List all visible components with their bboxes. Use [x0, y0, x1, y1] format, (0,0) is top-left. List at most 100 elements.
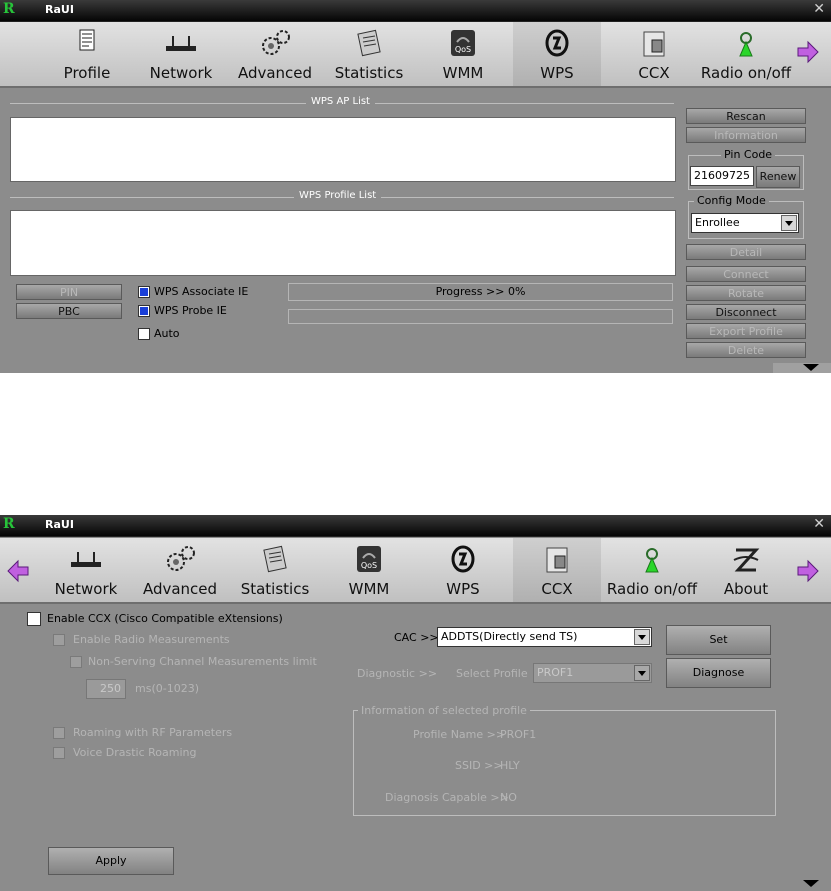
non-serving-checkbox[interactable]	[70, 656, 82, 668]
profile-list-title: WPS Profile List	[294, 190, 382, 201]
wps-ap-list[interactable]	[10, 117, 676, 182]
toolbar: Profile Network Advanced Statistics QoS …	[0, 22, 831, 88]
set-button[interactable]: Set	[666, 625, 771, 655]
apply-button[interactable]: Apply	[48, 847, 174, 875]
radio-icon	[645, 548, 659, 573]
scroll-right-arrow-icon[interactable]	[796, 559, 820, 583]
measurement-limit-field[interactable]: 250	[86, 679, 126, 699]
tab-ccx[interactable]: CCX	[513, 538, 601, 602]
delete-button[interactable]: Delete	[686, 342, 806, 358]
wps-icon	[451, 545, 475, 573]
tab-wmm[interactable]: QoS WMM	[419, 22, 507, 86]
tab-label: Statistics	[240, 580, 310, 598]
diagnosis-capable-label: Diagnosis Capable >>	[385, 791, 509, 804]
connect-button[interactable]: Connect	[686, 266, 806, 282]
pin-code-field[interactable]: 21609725	[690, 166, 754, 186]
progress-bar-secondary	[288, 309, 673, 324]
disconnect-button[interactable]: Disconnect	[686, 304, 806, 320]
tab-radio-on-off[interactable]: Radio on/off	[700, 22, 792, 86]
chevron-down-icon[interactable]	[781, 215, 797, 231]
window-title: RaUI	[45, 3, 74, 16]
close-icon[interactable]: ✕	[813, 516, 825, 532]
voice-drastic-checkbox[interactable]	[53, 747, 65, 759]
tab-wmm[interactable]: QoS WMM	[325, 538, 413, 602]
radio-icon	[739, 32, 753, 57]
diagnosis-capable-value: NO	[500, 791, 517, 804]
tab-label: WPS	[446, 580, 480, 598]
window-title: RaUI	[45, 518, 74, 531]
profile-name-label: Profile Name >>	[413, 728, 506, 741]
profile-icon	[79, 29, 95, 51]
tab-label: Advanced	[142, 580, 218, 598]
profile-info-title: Information of selected profile	[358, 704, 530, 717]
rescan-button[interactable]: Rescan	[686, 108, 806, 124]
about-icon	[733, 548, 760, 572]
ccx-icon	[643, 31, 665, 57]
roaming-rf-checkbox[interactable]	[53, 727, 65, 739]
ap-list-title: WPS AP List	[306, 96, 375, 107]
tab-radio-on-off[interactable]: Radio on/off	[604, 538, 700, 602]
title-bar[interactable]: R RaUI ✕	[0, 0, 831, 22]
detail-button[interactable]: Detail	[686, 244, 806, 260]
config-mode-select[interactable]: Enrollee	[691, 213, 799, 233]
cac-label: CAC >>	[394, 631, 439, 644]
scroll-down-icon[interactable]	[803, 880, 819, 887]
tab-wps[interactable]: WPS	[513, 22, 601, 86]
scroll-right-arrow-icon[interactable]	[796, 40, 820, 64]
information-button[interactable]: Information	[686, 127, 806, 143]
tab-ccx[interactable]: CCX	[610, 22, 698, 86]
tab-advanced[interactable]: Advanced	[231, 22, 319, 86]
chevron-down-icon[interactable]	[634, 665, 650, 681]
cac-select[interactable]: ADDTS(Directly send TS)	[437, 627, 652, 647]
enable-ccx-checkbox[interactable]	[27, 612, 41, 626]
ccx-icon	[546, 547, 568, 573]
tab-statistics[interactable]: Statistics	[325, 22, 413, 86]
select-profile-select[interactable]: PROF1	[533, 663, 652, 683]
tab-label: Statistics	[334, 64, 404, 82]
wmm-icon: QoS	[357, 546, 381, 572]
chevron-down-icon[interactable]	[634, 629, 650, 645]
tab-network[interactable]: Network	[42, 538, 130, 602]
app-logo-icon: R	[3, 516, 15, 532]
tab-advanced[interactable]: Advanced	[136, 538, 224, 602]
diagnose-button[interactable]: Diagnose	[666, 658, 771, 688]
svg-text:QoS: QoS	[455, 45, 471, 54]
tab-label: WMM	[442, 64, 484, 82]
network-icon	[166, 36, 196, 51]
tab-about[interactable]: About	[702, 538, 790, 602]
renew-button[interactable]: Renew	[756, 166, 800, 188]
tab-wps[interactable]: WPS	[419, 538, 507, 602]
scroll-left-arrow-icon[interactable]	[6, 559, 30, 583]
statistics-icon	[357, 29, 381, 57]
measurement-limit-unit: ms(0-1023)	[135, 682, 199, 695]
export-profile-button[interactable]: Export Profile	[686, 323, 806, 339]
enable-radio-measurements-checkbox[interactable]	[53, 634, 65, 646]
auto-checkbox[interactable]	[138, 328, 150, 340]
non-serving-label: Non-Serving Channel Measurements limit	[88, 655, 317, 668]
wps-window: R RaUI ✕ Profile Network Advanced Statis…	[0, 0, 831, 373]
wps-probe-ie-label: WPS Probe IE	[154, 304, 227, 317]
wps-profile-list[interactable]	[10, 210, 676, 276]
title-bar[interactable]: R RaUI ✕	[0, 515, 831, 537]
enable-radio-measurements-label: Enable Radio Measurements	[73, 633, 230, 646]
tab-network[interactable]: Network	[137, 22, 225, 86]
voice-drastic-label: Voice Drastic Roaming	[73, 746, 197, 759]
wps-probe-ie-checkbox[interactable]	[138, 305, 150, 317]
tab-label: CCX	[541, 580, 573, 598]
tab-profile[interactable]: Profile	[43, 22, 131, 86]
close-icon[interactable]: ✕	[813, 1, 825, 17]
rotate-button[interactable]: Rotate	[686, 285, 806, 301]
advanced-icon	[167, 546, 195, 571]
tab-label: Radio on/off	[700, 64, 792, 82]
select-profile-label: Select Profile	[456, 667, 528, 680]
tab-statistics[interactable]: Statistics	[231, 538, 319, 602]
wps-associate-ie-checkbox[interactable]	[138, 286, 150, 298]
config-mode-value: Enrollee	[695, 216, 740, 229]
auto-label: Auto	[154, 327, 180, 340]
pin-button[interactable]: PIN	[16, 284, 122, 300]
scroll-down-area[interactable]	[773, 363, 831, 373]
pbc-button[interactable]: PBC	[16, 303, 122, 319]
scroll-down-icon[interactable]	[803, 364, 819, 371]
config-mode-label: Config Mode	[694, 194, 769, 207]
progress-bar: Progress >> 0%	[288, 283, 673, 301]
